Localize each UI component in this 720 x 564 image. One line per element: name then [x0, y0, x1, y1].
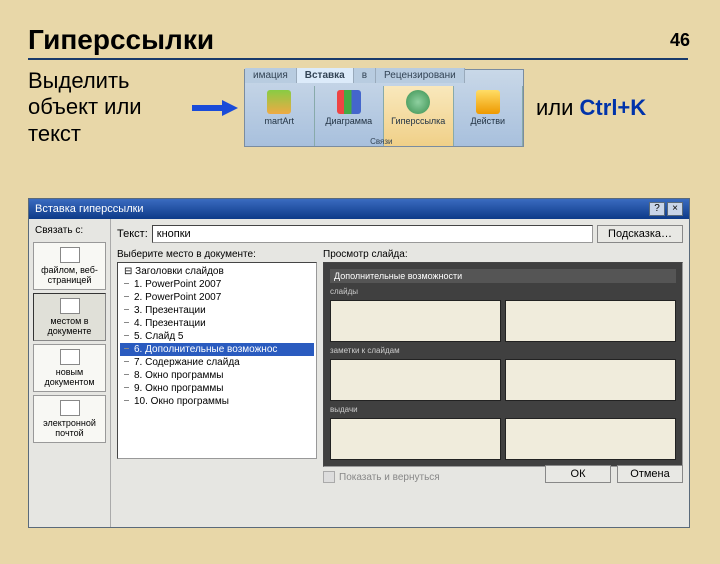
- show-return-checkbox[interactable]: [323, 471, 335, 483]
- outline-item[interactable]: 5. Слайд 5: [120, 330, 314, 343]
- doc-place-icon: [60, 298, 80, 314]
- ribbon-tab-active[interactable]: Вставка: [297, 68, 354, 83]
- ribbon-tab[interactable]: имация: [245, 68, 297, 83]
- preview-label: Просмотр слайда:: [323, 249, 683, 260]
- preview-thumb: [330, 300, 501, 342]
- top-row: Выделить объект или текст имация Вставка…: [28, 68, 720, 147]
- instruction-text: Выделить объект или текст: [28, 68, 188, 147]
- sidebar-item-file[interactable]: файлом, веб-страницей: [33, 242, 106, 290]
- ribbon-item-action[interactable]: Действи: [454, 86, 524, 146]
- preview-thumb: [330, 418, 501, 460]
- preview-title: Дополнительные возможности: [330, 269, 676, 283]
- hint-button[interactable]: Подсказка…: [597, 225, 683, 243]
- text-label: Текст:: [117, 228, 148, 240]
- ok-button[interactable]: ОК: [545, 465, 611, 483]
- preview-thumb: [330, 359, 501, 401]
- outline-item[interactable]: 3. Презентации: [120, 304, 314, 317]
- help-button[interactable]: ?: [649, 202, 665, 216]
- page-number: 46: [670, 30, 690, 51]
- ribbon-item-hyperlink[interactable]: Гиперссылка: [384, 86, 454, 146]
- sidebar-label: Связать с:: [35, 225, 104, 236]
- outline-item[interactable]: 4. Презентации: [120, 317, 314, 330]
- sidebar-item-email[interactable]: электронной почтой: [33, 395, 106, 443]
- slide-preview: Дополнительные возможности слайды заметк…: [323, 262, 683, 467]
- outline-tree[interactable]: ⊟ Заголовки слайдов 1. PowerPoint 2007 2…: [117, 262, 317, 459]
- shortcut-text: или Ctrl+K: [536, 95, 646, 121]
- preview-thumb: [505, 418, 676, 460]
- ribbon-tabs: имация Вставка в Рецензировани: [245, 68, 465, 83]
- file-web-icon: [60, 247, 80, 263]
- text-input[interactable]: [152, 225, 593, 243]
- checkbox-label: Показать и вернуться: [339, 472, 440, 483]
- email-icon: [60, 400, 80, 416]
- outline-item[interactable]: 8. Окно программы: [120, 369, 314, 382]
- dialog-titlebar: Вставка гиперссылки ? ×: [29, 199, 689, 219]
- outline-item[interactable]: 2. PowerPoint 2007: [120, 291, 314, 304]
- ribbon-tab[interactable]: Рецензировани: [376, 68, 465, 83]
- ribbon-tab[interactable]: в: [354, 68, 376, 83]
- preview-thumb: [505, 359, 676, 401]
- ribbon-group-label: Связи: [370, 137, 392, 146]
- hyperlink-dialog: Вставка гиперссылки ? × Связать с: файло…: [28, 198, 690, 528]
- new-doc-icon: [60, 349, 80, 365]
- outline-label: Выберите место в документе:: [117, 249, 317, 260]
- outline-item[interactable]: 7. Содержание слайда: [120, 356, 314, 369]
- outline-item[interactable]: 10. Окно программы: [120, 395, 314, 408]
- cancel-button[interactable]: Отмена: [617, 465, 683, 483]
- arrow-right-icon: [192, 98, 238, 118]
- sidebar-item-newdoc[interactable]: новым документом: [33, 344, 106, 392]
- ribbon-item-smartart[interactable]: martArt: [245, 86, 315, 146]
- slide-title: Гиперссылки: [28, 24, 688, 60]
- ribbon-fragment: имация Вставка в Рецензировани martArt Д…: [244, 69, 524, 147]
- outline-item-selected[interactable]: 6. Дополнительные возможнос: [120, 343, 314, 356]
- outline-item[interactable]: 1. PowerPoint 2007: [120, 278, 314, 291]
- dialog-sidebar: Связать с: файлом, веб-страницей местом …: [29, 219, 111, 527]
- sidebar-item-place[interactable]: местом в документе: [33, 293, 106, 341]
- outline-item[interactable]: 9. Окно программы: [120, 382, 314, 395]
- dialog-main: Текст: Подсказка… Выберите место в докум…: [111, 219, 689, 527]
- preview-thumb: [505, 300, 676, 342]
- outline-root[interactable]: ⊟ Заголовки слайдов: [120, 265, 314, 278]
- dialog-title: Вставка гиперссылки: [35, 203, 144, 215]
- close-button[interactable]: ×: [667, 202, 683, 216]
